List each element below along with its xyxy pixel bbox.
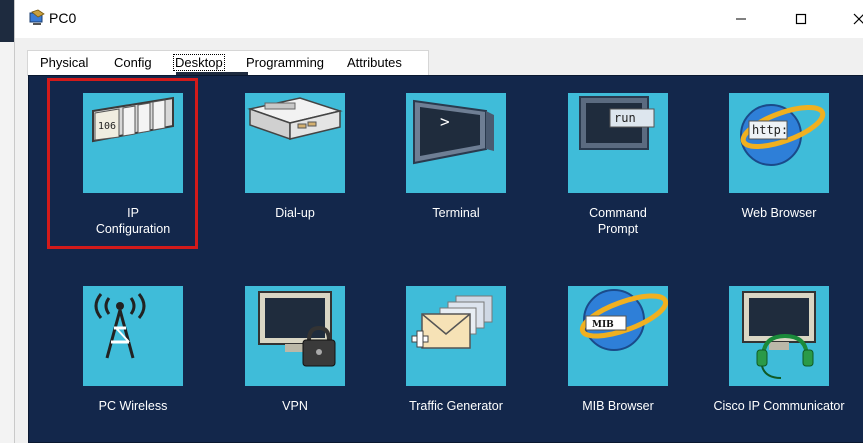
terminal-label: Terminal [381, 205, 531, 221]
command-prompt-label-line-2: Prompt [597, 222, 639, 236]
web-browser-tile[interactable]: http: [729, 93, 829, 193]
app-vpn[interactable]: VPN [220, 286, 370, 414]
ip-config-icon-text: 106 [98, 121, 116, 132]
minimize-icon [736, 18, 746, 20]
background-strip [0, 0, 14, 443]
pc-app-icon [29, 9, 45, 25]
app-command-prompt[interactable]: run Command Prompt [543, 93, 693, 237]
ip-communicator-icon [742, 291, 816, 379]
command-prompt-label-line-1: Command [589, 206, 647, 220]
traffic-generator-icon [411, 295, 493, 349]
mib-browser-icon-text: MIB [592, 320, 614, 330]
maximize-button[interactable] [786, 5, 816, 33]
mib-browser-icon: MIB [579, 289, 668, 351]
cisco-ip-communicator-label: Cisco IP Communicator [704, 398, 854, 414]
ip-config-label-line-1: IP [127, 206, 139, 220]
dial-up-label-text: Dial-up [275, 206, 315, 220]
terminal-tile[interactable]: > [406, 93, 506, 193]
cisco-ip-communicator-label-text: Cisco IP Communicator [713, 399, 845, 413]
mib-browser-label-text: MIB Browser [582, 399, 654, 413]
web-browser-label-text: Web Browser [741, 206, 817, 220]
title-bar[interactable]: PC0 [15, 0, 863, 38]
web-browser-label: Web Browser [704, 205, 854, 221]
tab-config[interactable]: Config [114, 55, 152, 70]
vpn-label-text: VPN [282, 399, 308, 413]
tab-programming[interactable]: Programming [246, 55, 324, 70]
desktop-panel: 106 IP Configuration Dial-up > Terminal … [28, 75, 863, 443]
mib-browser-label: MIB Browser [543, 398, 693, 414]
dial-up-label: Dial-up [220, 205, 370, 221]
app-web-browser[interactable]: http: Web Browser [704, 93, 854, 221]
terminal-icon: > [413, 99, 494, 165]
close-button[interactable] [844, 5, 863, 33]
tab-bar: Physical Config Desktop Programming Attr… [27, 50, 429, 76]
app-terminal[interactable]: > Terminal [381, 93, 531, 221]
cisco-ip-communicator-tile[interactable] [729, 286, 829, 386]
vpn-tile[interactable] [245, 286, 345, 386]
modem-icon [247, 97, 343, 141]
command-prompt-tile[interactable]: run [568, 93, 668, 193]
app-mib-browser[interactable]: MIB MIB Browser [543, 286, 693, 414]
close-icon [853, 13, 863, 25]
app-cisco-ip-communicator[interactable]: Cisco IP Communicator [704, 286, 854, 414]
maximize-icon [795, 13, 807, 25]
traffic-generator-label-text: Traffic Generator [409, 399, 503, 413]
app-pc-wireless[interactable]: PC Wireless [58, 286, 208, 414]
terminal-label-text: Terminal [432, 206, 480, 220]
ip-config-tile[interactable]: 106 [83, 93, 183, 193]
wireless-tower-icon [94, 293, 146, 359]
pc-wireless-label: PC Wireless [58, 398, 208, 414]
tab-attributes[interactable]: Attributes [347, 55, 402, 70]
terminal-icon-text: > [440, 112, 450, 131]
traffic-generator-tile[interactable] [406, 286, 506, 386]
ip-config-label-line-2: Configuration [95, 222, 171, 236]
app-dial-up[interactable]: Dial-up [220, 93, 370, 221]
app-ip-configuration[interactable]: 106 IP Configuration [58, 93, 208, 237]
tab-physical[interactable]: Physical [40, 55, 88, 70]
command-prompt-label: Command Prompt [543, 205, 693, 237]
background-dark-region [0, 0, 14, 42]
web-browser-icon-text: http: [752, 123, 788, 137]
vpn-label: VPN [220, 398, 370, 414]
web-browser-icon: http: [740, 104, 826, 166]
minimize-button[interactable] [726, 5, 756, 33]
mib-browser-tile[interactable]: MIB [568, 286, 668, 386]
command-prompt-icon-text: run [614, 111, 636, 125]
app-traffic-generator[interactable]: Traffic Generator [381, 286, 531, 414]
tab-desktop[interactable]: Desktop [173, 54, 225, 71]
vpn-lock-icon [258, 291, 336, 367]
ip-config-icon: 106 [92, 96, 174, 143]
ip-config-label: IP Configuration [58, 205, 208, 237]
traffic-generator-label: Traffic Generator [381, 398, 531, 414]
pc-wireless-tile[interactable] [83, 286, 183, 386]
window-title: PC0 [49, 10, 77, 26]
pc-window: PC0 Physical Config Desktop Programming … [14, 0, 863, 443]
dial-up-tile[interactable] [245, 93, 345, 193]
pc-wireless-label-text: PC Wireless [98, 399, 168, 413]
command-prompt-icon: run [579, 96, 655, 150]
